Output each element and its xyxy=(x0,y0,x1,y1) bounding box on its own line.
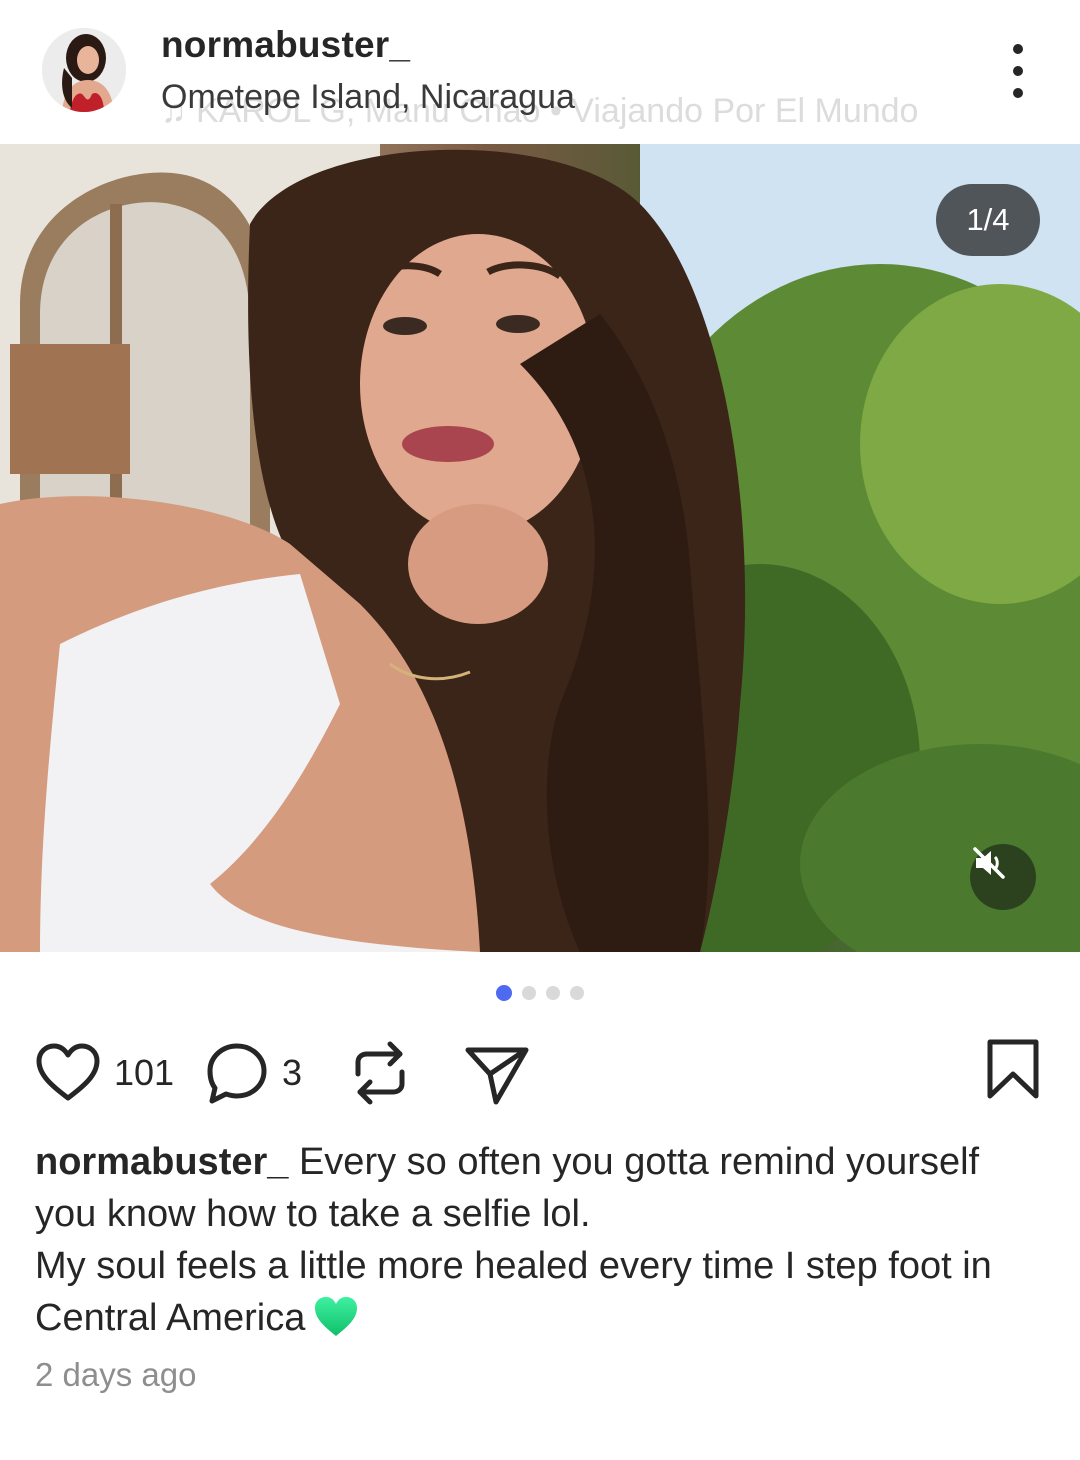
post-location[interactable]: Ometepe Island, Nicaragua xyxy=(161,78,575,117)
location-area: ♫ KAROL G, Manu Chao • Viajando Por El M… xyxy=(161,78,961,130)
avatar[interactable] xyxy=(42,28,126,112)
media-counter: 1/4 xyxy=(936,184,1040,256)
mute-button[interactable] xyxy=(970,844,1036,910)
heart-icon xyxy=(36,1043,100,1101)
repost-button[interactable] xyxy=(350,1038,410,1108)
carousel-dot xyxy=(546,986,560,1000)
more-dot-icon xyxy=(1013,66,1023,76)
like-button[interactable]: 101 xyxy=(34,1042,174,1104)
more-dot-icon xyxy=(1013,44,1023,54)
post-header: normabuster_ ♫ KAROL G, Manu Chao • Viaj… xyxy=(0,0,1080,144)
selfie-image xyxy=(0,144,1080,952)
carousel-dot xyxy=(522,986,536,1000)
comment-button[interactable]: 3 xyxy=(204,1040,302,1106)
caption-text-line2: My soul feels a little more healed every… xyxy=(35,1245,992,1339)
green-heart-icon xyxy=(313,1296,359,1352)
caption-username[interactable]: normabuster_ xyxy=(35,1141,288,1183)
save-button[interactable] xyxy=(984,1038,1042,1100)
repost-icon xyxy=(355,1041,405,1105)
more-options-button[interactable] xyxy=(998,44,1038,98)
post-photo[interactable]: 1/4 xyxy=(0,144,1080,952)
action-bar: 101 3 xyxy=(0,1036,1080,1112)
muted-speaker-icon xyxy=(973,847,1005,879)
post-screen: normabuster_ ♫ KAROL G, Manu Chao • Viaj… xyxy=(0,0,1080,1460)
post-caption: normabuster_ Every so often you gotta re… xyxy=(35,1136,1045,1352)
carousel-dot-active xyxy=(496,985,512,1001)
carousel-indicator xyxy=(496,985,584,1001)
share-button[interactable] xyxy=(464,1044,530,1106)
post-timestamp: 2 days ago xyxy=(35,1356,197,1393)
send-icon xyxy=(465,1047,529,1105)
more-dot-icon xyxy=(1013,88,1023,98)
bookmark-icon xyxy=(987,1039,1039,1099)
carousel-dot xyxy=(570,986,584,1000)
like-count: 101 xyxy=(114,1052,175,1093)
post-username[interactable]: normabuster_ xyxy=(161,24,410,66)
comment-count: 3 xyxy=(282,1052,303,1093)
comment-bubble-icon xyxy=(207,1043,267,1104)
